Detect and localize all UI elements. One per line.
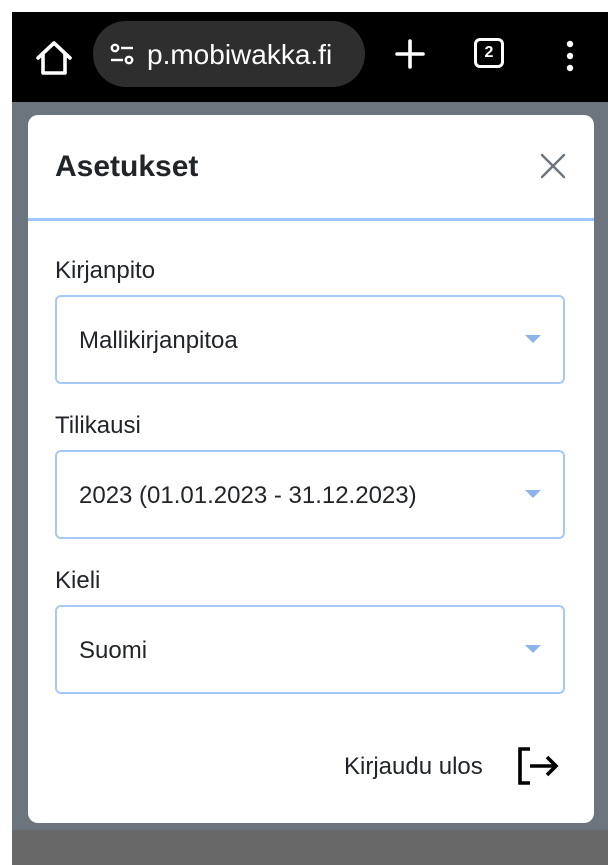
close-icon <box>540 153 566 179</box>
screen: p.mobiwakka.fi 2 Asetukset Kirjanpito Ma… <box>0 0 608 865</box>
tab-switcher-button[interactable]: 2 <box>474 38 504 68</box>
browser-toolbar: p.mobiwakka.fi 2 <box>12 12 608 102</box>
close-button[interactable] <box>536 149 570 183</box>
home-button[interactable] <box>32 36 76 80</box>
page-content-strip <box>12 830 608 865</box>
address-bar[interactable]: p.mobiwakka.fi <box>93 21 365 87</box>
modal-header: Asetukset <box>28 115 594 221</box>
new-tab-button[interactable] <box>388 32 432 76</box>
more-menu-button[interactable] <box>558 34 582 78</box>
logout-icon <box>518 747 559 785</box>
fiscal-period-select[interactable]: 2023 (01.01.2023 - 31.12.2023) <box>55 450 565 539</box>
chevron-down-icon <box>525 645 541 653</box>
language-value: Suomi <box>79 637 148 664</box>
bookkeeping-select[interactable]: Mallikirjanpitoa <box>55 295 565 384</box>
more-vert-icon <box>566 40 574 72</box>
chevron-down-icon <box>525 335 541 343</box>
chevron-down-icon <box>525 490 541 498</box>
url-text: p.mobiwakka.fi <box>147 39 333 70</box>
bookkeeping-value: Mallikirjanpitoa <box>79 327 238 354</box>
language-label: Kieli <box>55 567 101 594</box>
modal-title: Asetukset <box>55 150 199 183</box>
site-settings-icon <box>110 43 134 65</box>
bookkeeping-label: Kirjanpito <box>55 257 156 284</box>
home-icon <box>36 41 72 75</box>
tab-count: 2 <box>484 44 494 61</box>
fiscal-period-label: Tilikausi <box>55 412 141 439</box>
logout-button[interactable]: Kirjaudu ulos <box>344 743 564 793</box>
language-select[interactable]: Suomi <box>55 605 565 694</box>
plus-icon <box>395 39 425 69</box>
fiscal-period-value: 2023 (01.01.2023 - 31.12.2023) <box>79 482 417 509</box>
logout-label: Kirjaudu ulos <box>344 753 483 780</box>
settings-modal: Asetukset Kirjanpito Mallikirjanpitoa Ti… <box>28 115 594 823</box>
